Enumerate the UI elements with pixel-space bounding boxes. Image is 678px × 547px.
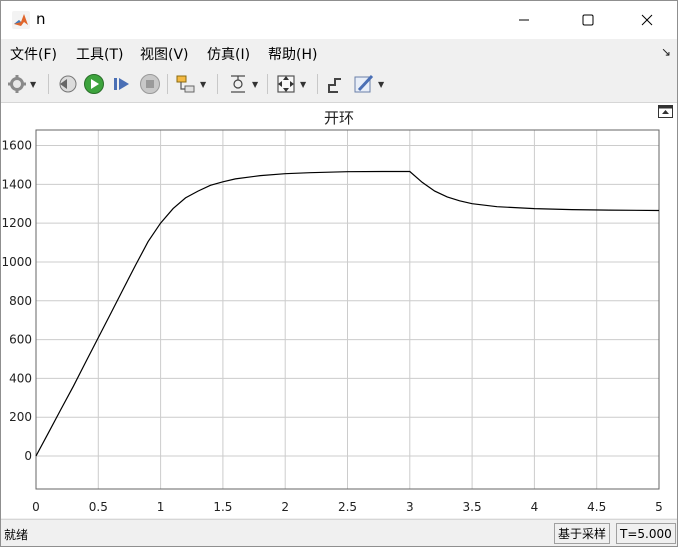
y-tick-label: 1000 [1, 255, 32, 269]
menu-collapse-icon[interactable]: ↘ [661, 45, 671, 59]
x-tick-label: 0.5 [89, 500, 108, 514]
x-tick-label: 2.5 [338, 500, 357, 514]
menu-help[interactable]: 帮助(H) [268, 44, 317, 64]
toolbar-separator [48, 74, 49, 94]
chevron-down-icon: ▼ [378, 79, 385, 89]
step-back-button[interactable] [56, 72, 78, 96]
toolbar-separator [167, 74, 168, 94]
window-title: n [36, 10, 46, 28]
y-tick-label: 800 [9, 294, 32, 308]
line-chart: 0 0.5 1 1.5 2 2.5 3 3.5 4 4.5 5 0 200 400 600 800 1000 12… [1, 129, 663, 514]
y-tick-label: 0 [24, 449, 32, 463]
style-icon [328, 78, 341, 93]
x-tick-label: 0 [32, 500, 40, 514]
menu-file[interactable]: 文件(F) [10, 44, 57, 64]
y-tick-label: 1400 [1, 177, 32, 191]
x-tick-label: 1 [157, 500, 165, 514]
menu-view[interactable]: 视图(V) [140, 44, 189, 64]
minimize-button[interactable] [501, 1, 547, 39]
run-button[interactable] [83, 72, 105, 96]
signal-highlight-button[interactable]: ▼ [175, 72, 206, 96]
toolbar-separator [217, 74, 218, 94]
x-tick-label: 4 [531, 500, 539, 514]
y-tick-label: 400 [9, 371, 32, 385]
step-back-icon [59, 75, 77, 93]
toolbar-separator [317, 74, 318, 94]
scope-window: n 文件(F) 工具(T) 视图(V) 仿真(I) 帮助(H) ↘ ▼ ▼ ▼ … [0, 0, 678, 547]
time-status: T=5.000 [616, 523, 676, 544]
zoom-fit-icon [277, 75, 295, 93]
cursor-measure-icon [231, 75, 245, 93]
x-tick-label: 4.5 [587, 500, 606, 514]
y-tick-label: 600 [9, 333, 32, 347]
gear-icon [8, 75, 26, 93]
signal-highlight-icon [176, 75, 195, 93]
x-tick-label: 5 [655, 500, 663, 514]
chevron-down-icon: ▼ [300, 79, 307, 89]
title-bar: n [1, 1, 677, 39]
settings-button[interactable]: ▼ [7, 72, 36, 96]
menu-tools[interactable]: 工具(T) [76, 44, 123, 64]
zoom-fit-button[interactable]: ▼ [275, 72, 306, 96]
close-icon [641, 14, 653, 26]
toolbar: ▼ ▼ ▼ ▼ ▼ [1, 67, 677, 103]
cursor-measure-button[interactable]: ▼ [227, 72, 258, 96]
step-forward-button[interactable] [111, 72, 133, 96]
maximize-button[interactable] [565, 1, 611, 39]
chevron-down-icon: ▼ [30, 79, 37, 89]
style-button[interactable] [325, 72, 347, 96]
minimize-icon [519, 19, 529, 21]
y-tick-label: 1600 [1, 139, 32, 153]
stop-icon [140, 74, 160, 94]
run-icon [84, 74, 104, 94]
status-text: 就绪 [4, 528, 29, 542]
chevron-down-icon: ▼ [252, 79, 259, 89]
menu-bar: 文件(F) 工具(T) 视图(V) 仿真(I) 帮助(H) ↘ [1, 39, 677, 67]
menu-simulation[interactable]: 仿真(I) [207, 44, 250, 64]
edit-icon [354, 74, 374, 93]
edit-button[interactable]: ▼ [353, 72, 384, 96]
stop-button[interactable] [139, 72, 161, 96]
sample-mode-status: 基于采样 [554, 523, 611, 544]
scope-plot-area[interactable]: 开环 0 0.5 1 1.5 2 2.5 3 3.5 4 4.5 5 0 200 400 600 800 100… [1, 103, 677, 518]
x-tick-label: 3.5 [463, 500, 482, 514]
x-tick-label: 1.5 [213, 500, 232, 514]
x-tick-label: 3 [406, 500, 414, 514]
close-button[interactable] [624, 1, 670, 39]
y-tick-label: 1200 [1, 216, 32, 230]
status-bar: 就绪 基于采样 T=5.000 [1, 519, 677, 546]
step-forward-icon [114, 78, 129, 90]
x-tick-label: 2 [281, 500, 289, 514]
toolbar-separator [267, 74, 268, 94]
maximize-icon [582, 14, 594, 26]
matlab-logo-icon [12, 11, 30, 29]
chevron-down-icon: ▼ [200, 79, 207, 89]
y-tick-label: 200 [9, 410, 32, 424]
